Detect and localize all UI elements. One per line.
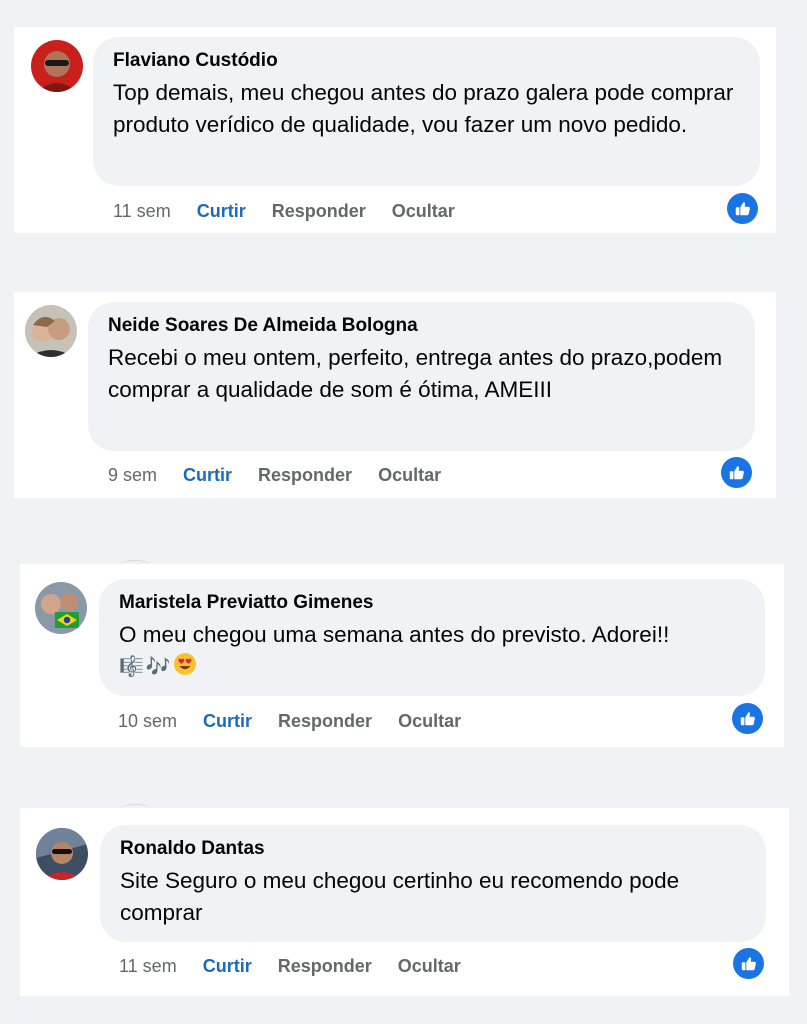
comment-actions: 11 sem Curtir Responder Ocultar bbox=[119, 954, 461, 978]
comment-actions: 10 sem Curtir Responder Ocultar bbox=[118, 709, 461, 733]
comment-card: Flaviano Custódio Top demais, meu chegou… bbox=[14, 27, 776, 233]
comment-bubble: Ronaldo Dantas Site Seguro o meu chegou … bbox=[100, 825, 766, 942]
comment-timestamp[interactable]: 11 sem bbox=[119, 956, 177, 977]
like-reaction-badge[interactable] bbox=[727, 193, 758, 224]
comment-card: Neide Soares De Almeida Bologna Recebi o… bbox=[14, 292, 776, 498]
hide-button[interactable]: Ocultar bbox=[378, 465, 441, 486]
avatar-photo bbox=[25, 305, 77, 357]
thumbs-up-icon bbox=[741, 956, 756, 970]
comment-card: Maristela Previatto Gimenes O meu chegou… bbox=[20, 560, 784, 747]
comment-actions: 9 sem Curtir Responder Ocultar bbox=[108, 463, 441, 487]
musical-score-emoji: 🎼 bbox=[119, 655, 144, 678]
reply-button[interactable]: Responder bbox=[258, 465, 352, 486]
comment-author[interactable]: Neide Soares De Almeida Bologna bbox=[108, 314, 735, 338]
like-button[interactable]: Curtir bbox=[203, 956, 252, 977]
comment-text: Top demais, meu chegou antes do prazo ga… bbox=[113, 80, 734, 137]
like-reaction-badge[interactable] bbox=[733, 948, 764, 979]
heart-eyes-icon bbox=[173, 652, 196, 675]
avatar[interactable] bbox=[36, 828, 88, 880]
comment-timestamp[interactable]: 9 sem bbox=[108, 465, 157, 486]
comment-text: O meu chegou uma semana antes do previst… bbox=[119, 622, 670, 647]
reply-button[interactable]: Responder bbox=[278, 711, 372, 732]
comment-actions: 11 sem Curtir Responder Ocultar bbox=[113, 199, 455, 223]
hide-button[interactable]: Ocultar bbox=[398, 956, 461, 977]
like-reaction-badge[interactable] bbox=[721, 457, 752, 488]
comment-bubble: Maristela Previatto Gimenes O meu chegou… bbox=[99, 579, 765, 696]
comment-author[interactable]: Flaviano Custódio bbox=[113, 49, 740, 73]
like-button[interactable]: Curtir bbox=[197, 201, 246, 222]
comment-bubble: Flaviano Custódio Top demais, meu chegou… bbox=[93, 37, 760, 186]
thumbs-up-icon bbox=[729, 465, 744, 479]
avatar-photo bbox=[35, 582, 87, 634]
avatar[interactable] bbox=[31, 40, 83, 92]
avatar-photo bbox=[36, 828, 88, 880]
hide-button[interactable]: Ocultar bbox=[398, 711, 461, 732]
like-button[interactable]: Curtir bbox=[203, 711, 252, 732]
comment-text: Site Seguro o meu chegou certinho eu rec… bbox=[120, 868, 680, 925]
avatar[interactable] bbox=[25, 305, 77, 357]
thumbs-up-icon bbox=[740, 711, 755, 725]
comment-bubble: Neide Soares De Almeida Bologna Recebi o… bbox=[88, 302, 755, 451]
avatar[interactable] bbox=[35, 582, 87, 634]
hide-button[interactable]: Ocultar bbox=[392, 201, 455, 222]
comment-author[interactable]: Maristela Previatto Gimenes bbox=[119, 591, 745, 615]
emoji-row: 🎼 🎶 bbox=[119, 651, 745, 681]
thread-connector bbox=[120, 804, 150, 813]
comment-card: Ronaldo Dantas Site Seguro o meu chegou … bbox=[20, 804, 789, 996]
comment-text: Recebi o meu ontem, perfeito, entrega an… bbox=[108, 345, 723, 402]
musical-notes-emoji: 🎶 bbox=[145, 655, 171, 678]
comment-author[interactable]: Ronaldo Dantas bbox=[120, 837, 746, 861]
comment-timestamp[interactable]: 10 sem bbox=[118, 711, 177, 732]
like-button[interactable]: Curtir bbox=[183, 465, 232, 486]
avatar-photo bbox=[31, 40, 83, 92]
thread-connector bbox=[120, 560, 150, 569]
reply-button[interactable]: Responder bbox=[278, 956, 372, 977]
like-reaction-badge[interactable] bbox=[732, 703, 763, 734]
comment-timestamp[interactable]: 11 sem bbox=[113, 201, 171, 222]
heart-eyes-emoji bbox=[173, 652, 197, 681]
reply-button[interactable]: Responder bbox=[272, 201, 366, 222]
thumbs-up-icon bbox=[735, 201, 750, 215]
